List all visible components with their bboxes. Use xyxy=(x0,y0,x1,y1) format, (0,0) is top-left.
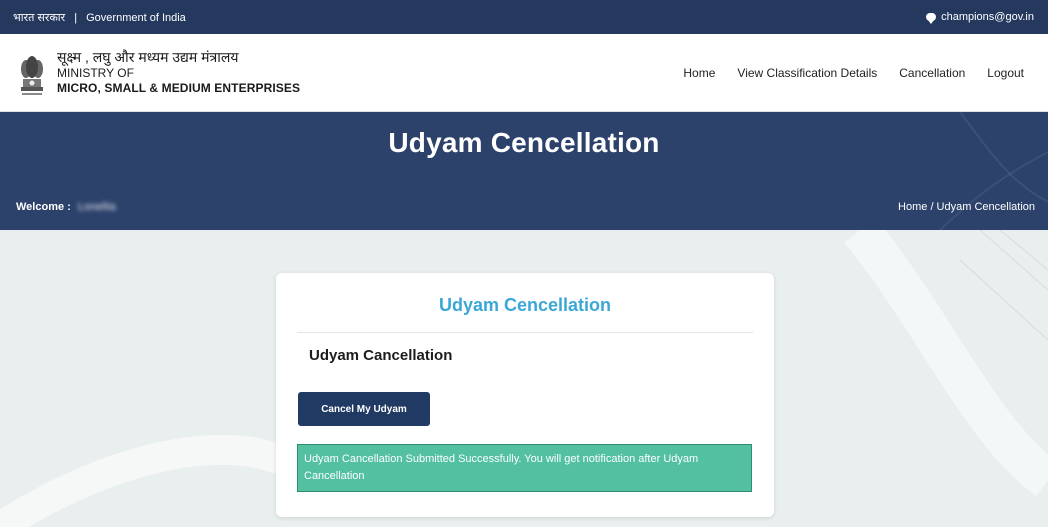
english-government-text: Government of India xyxy=(86,11,186,24)
card-subtitle: Udyam Cancellation xyxy=(309,347,453,364)
page-banner: Udyam Cencellation Welcome : Lonellia Ho… xyxy=(0,112,1048,230)
contact-link[interactable]: champions@gov.in xyxy=(926,11,1034,24)
breadcrumb[interactable]: Home / Udyam Cencellation xyxy=(898,201,1035,213)
top-utility-bar: भारत सरकार | Government of India champio… xyxy=(0,0,1048,34)
contact-email[interactable]: champions@gov.in xyxy=(941,11,1034,23)
cancellation-card: Udyam Cencellation Udyam Cancellation Ca… xyxy=(276,273,774,517)
nav-logout[interactable]: Logout xyxy=(987,66,1024,80)
national-emblem-icon xyxy=(15,48,49,98)
site-header: सूक्ष्म , लघु और मध्यम उद्यम मंत्रालय MI… xyxy=(0,34,1048,112)
success-alert: Udyam Cancellation Submitted Successfull… xyxy=(297,444,752,492)
welcome-user-name: Lonellia xyxy=(77,201,116,213)
welcome-message: Welcome : Lonellia xyxy=(16,201,116,213)
hindi-government-text: भारत सरकार xyxy=(13,11,66,24)
main-navigation: Home View Classification Details Cancell… xyxy=(683,66,1024,80)
nav-view-classification-details[interactable]: View Classification Details xyxy=(737,66,877,80)
chat-icon xyxy=(926,13,937,24)
ministry-name: MICRO, SMALL & MEDIUM ENTERPRISES xyxy=(57,81,301,96)
main-content: Udyam Cencellation Udyam Cancellation Ca… xyxy=(0,230,1048,527)
nav-cancellation[interactable]: Cancellation xyxy=(899,66,965,80)
card-title: Udyam Cencellation xyxy=(438,295,612,315)
ministry-hindi-name: सूक्ष्म , लघु और मध्यम उद्यम मंत्रालय xyxy=(57,48,239,65)
separator: | xyxy=(74,11,78,24)
nav-home[interactable]: Home xyxy=(683,66,715,80)
card-divider xyxy=(297,332,753,333)
government-label: भारत सरकार | Government of India xyxy=(13,10,192,25)
ministry-of-label: MINISTRY OF xyxy=(57,66,134,81)
ministry-brand[interactable]: सूक्ष्म , लघु और मध्यम उद्यम मंत्रालय MI… xyxy=(15,48,300,98)
cancel-my-udyam-button[interactable]: Cancel My Udyam xyxy=(298,392,430,426)
welcome-label: Welcome : xyxy=(16,201,71,213)
